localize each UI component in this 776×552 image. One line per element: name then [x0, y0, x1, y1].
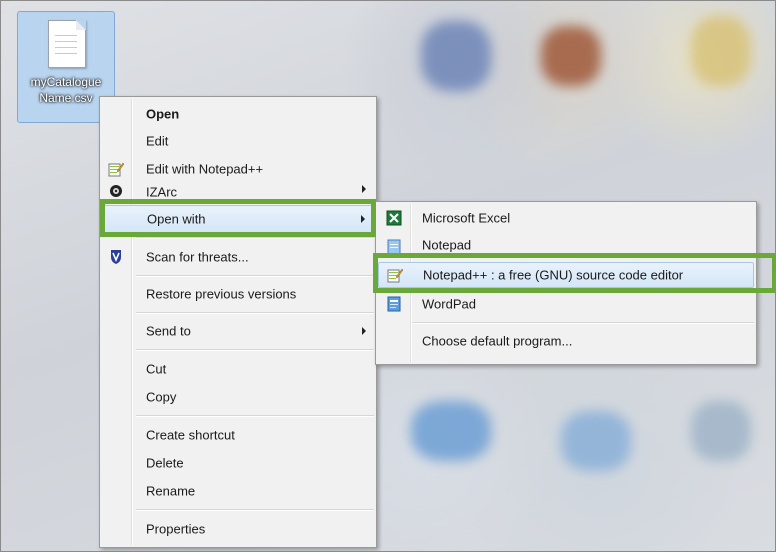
submenu-item-wordpad[interactable]: WordPad: [378, 292, 754, 316]
menu-item-rename[interactable]: Rename: [102, 479, 374, 503]
menu-item-restore-previous-versions[interactable]: Restore previous versions: [102, 282, 374, 306]
menu-item-send-to[interactable]: Send to: [102, 319, 374, 343]
excel-icon: [386, 210, 402, 226]
submenu-item-microsoft-excel[interactable]: Microsoft Excel: [378, 206, 754, 230]
blurred-desktop-icon: [541, 26, 601, 86]
blurred-desktop-icon: [411, 401, 491, 461]
blurred-desktop-icon: [691, 401, 751, 461]
submenu-arrow-icon: [362, 185, 366, 193]
submenu-arrow-icon: [361, 215, 365, 223]
menu-separator: [136, 509, 374, 511]
submenu-item-label: Notepad: [422, 237, 472, 253]
menu-item-label: Open with: [147, 211, 206, 227]
menu-item-izarc[interactable]: IZArc: [102, 181, 374, 199]
menu-item-scan-for-threats[interactable]: Scan for threats...: [102, 245, 374, 269]
wordpad-icon: [386, 296, 402, 312]
menu-separator: [136, 237, 374, 239]
menu-separator: [412, 322, 754, 324]
file-name-line-1: myCatalogue: [30, 75, 102, 89]
menu-item-edit[interactable]: Edit: [102, 129, 374, 153]
menu-item-label: Edit: [146, 133, 169, 149]
menu-separator: [136, 312, 374, 314]
csv-file-icon: [48, 20, 86, 68]
menu-item-label: Copy: [146, 389, 177, 405]
menu-item-label: Restore previous versions: [146, 286, 297, 302]
menu-separator: [136, 415, 374, 417]
menu-item-label: Delete: [146, 455, 184, 471]
menu-item-open-with[interactable]: Open with: [102, 205, 374, 233]
submenu-item-label: Notepad++ : a free (GNU) source code edi…: [423, 267, 684, 283]
menu-item-properties[interactable]: Properties: [102, 517, 374, 541]
menu-item-label: Create shortcut: [146, 427, 235, 443]
desktop: myCatalogue Name.csv Open Edit Edit with…: [0, 0, 776, 552]
menu-item-delete[interactable]: Delete: [102, 451, 374, 475]
menu-item-open[interactable]: Open: [102, 102, 374, 126]
menu-item-label: IZArc: [146, 184, 178, 200]
menu-item-label: Scan for threats...: [146, 249, 249, 265]
context-menu: Open Edit Edit with Notepad++ IZArc Open…: [99, 96, 377, 548]
menu-item-edit-with-notepadpp[interactable]: Edit with Notepad++: [102, 157, 374, 181]
menu-item-copy[interactable]: Copy: [102, 385, 374, 409]
menu-separator: [136, 275, 374, 277]
menu-item-label: Rename: [146, 483, 196, 499]
notepadpp-icon: [108, 161, 125, 177]
submenu-item-label: Microsoft Excel: [422, 210, 511, 226]
notepad-icon: [386, 238, 402, 255]
menu-item-label: Open: [146, 106, 180, 122]
blurred-desktop-icon: [421, 21, 491, 91]
shield-icon: [108, 249, 124, 265]
menu-item-label: Send to: [146, 323, 191, 339]
submenu-item-label: Choose default program...: [422, 333, 573, 349]
submenu-item-notepad[interactable]: Notepad: [378, 234, 754, 256]
open-with-submenu: Microsoft Excel Notepad Notepad++ : a fr…: [375, 201, 757, 365]
menu-item-label: Edit with Notepad++: [146, 161, 264, 177]
blurred-desktop-icon: [691, 16, 751, 86]
submenu-item-label: WordPad: [422, 296, 476, 312]
izarc-icon: [108, 183, 124, 199]
menu-separator: [136, 349, 374, 351]
submenu-arrow-icon: [362, 327, 366, 335]
notepadpp-icon: [387, 267, 404, 283]
menu-item-cut[interactable]: Cut: [102, 357, 374, 381]
menu-item-label: Properties: [146, 521, 206, 537]
menu-item-create-shortcut[interactable]: Create shortcut: [102, 423, 374, 447]
submenu-item-notepadpp[interactable]: Notepad++ : a free (GNU) source code edi…: [378, 262, 754, 288]
blurred-desktop-icon: [561, 411, 631, 471]
submenu-item-choose-default-program[interactable]: Choose default program...: [378, 329, 754, 353]
menu-item-label: Cut: [146, 361, 167, 377]
